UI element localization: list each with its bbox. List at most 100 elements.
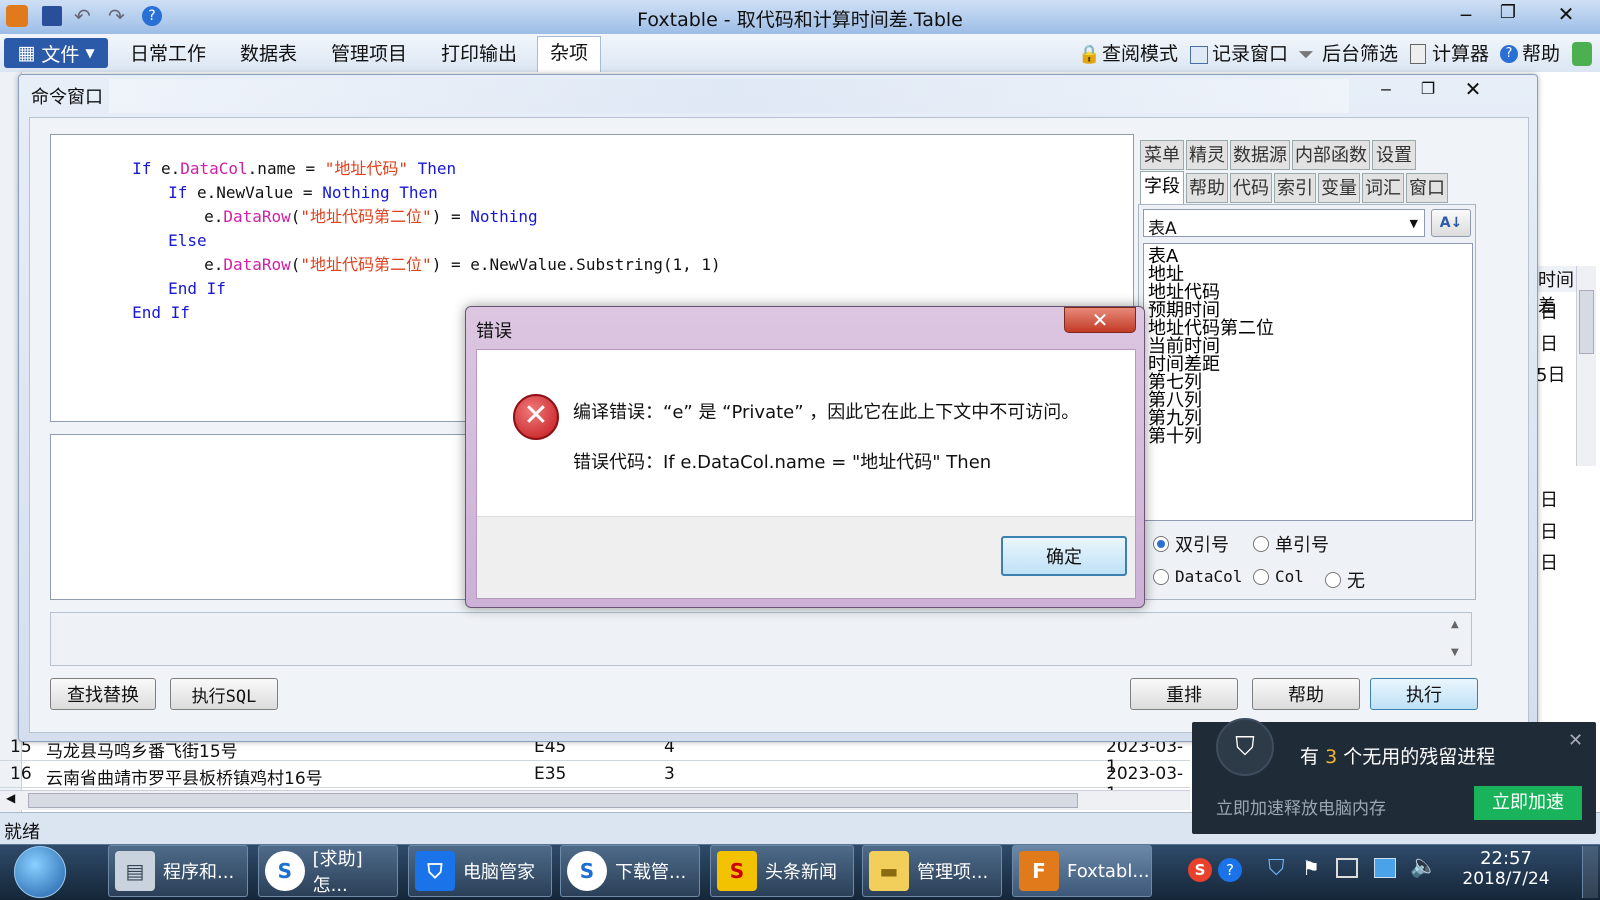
table-select-value: 表A [1148, 219, 1177, 239]
taskbar-item-foxtable[interactable]: F Foxtabl... [1012, 845, 1152, 897]
menu-record-window[interactable]: 记录窗口 [1212, 38, 1288, 70]
tab-vocabulary[interactable]: 词汇 [1362, 173, 1404, 203]
calculator-icon [1410, 44, 1426, 64]
row-number: 16 [10, 764, 32, 784]
menu-readonly-mode[interactable]: 查阅模式 [1102, 38, 1178, 70]
popup-subtext: 立即加速释放电脑内存 [1216, 799, 1386, 819]
popup-message: 有 3 个无用的残留进程 [1300, 746, 1496, 768]
error-dialog-title: 错误 [476, 321, 512, 342]
start-button[interactable] [14, 846, 66, 898]
grid-hscroll[interactable]: ◀ [0, 790, 1190, 810]
taskbar-item-pc-manager[interactable]: ⛉ 电脑管家 [408, 845, 552, 897]
tray-sogou-icon[interactable]: S [1188, 858, 1212, 882]
tab-wizard[interactable]: 精灵 [1186, 140, 1228, 170]
command-window-title: 命令窗口 [31, 87, 103, 108]
maximize-button[interactable]: ❐ [1490, 2, 1526, 28]
grid-icon: ▦ [17, 42, 36, 64]
radio-none[interactable]: 无 [1325, 567, 1365, 593]
grid-right-cell: 日 [1540, 490, 1558, 511]
help-icon: ? [1500, 45, 1518, 63]
folder-icon: ▬ [869, 851, 909, 891]
grid-vscroll-thumb[interactable] [1579, 290, 1594, 354]
grid-right-cell: 日 [1540, 334, 1558, 355]
grid-vscroll[interactable] [1576, 266, 1596, 466]
field-list[interactable]: 表A 地址 地址代码 预期时间 地址代码第二位 当前时间 时间差距 第七列 第八… [1143, 243, 1473, 521]
scroll-left-arrow[interactable]: ◀ [6, 791, 15, 805]
tray-volume-icon[interactable]: 🔈 [1410, 854, 1437, 879]
file-menu-button[interactable]: ▦ 文件 ▼ [4, 38, 108, 68]
ok-button[interactable]: 确定 [1001, 536, 1127, 576]
tab-menu[interactable]: 菜单 [1140, 140, 1184, 170]
radio-datacol[interactable]: DataCol [1153, 567, 1242, 586]
list-item[interactable]: 表A [1148, 248, 1468, 266]
scroll-down-arrow[interactable]: ▼ [1451, 647, 1459, 658]
menu-misc[interactable]: 杂项 [537, 36, 601, 72]
tab-window[interactable]: 窗口 [1406, 173, 1448, 203]
sort-az-button[interactable]: A↓ [1431, 209, 1471, 237]
menu-manage-project[interactable]: 管理项目 [331, 38, 407, 70]
cmd-maximize-button[interactable]: ❐ [1411, 79, 1445, 103]
tab-variables[interactable]: 变量 [1318, 173, 1360, 203]
execute-sql-button[interactable]: 执行SQL [170, 678, 278, 710]
taskbar-item-programs[interactable]: ▤ 程序和... [108, 845, 248, 897]
help-button[interactable]: 帮助 [1252, 678, 1360, 710]
taskbar-item-news[interactable]: S 头条新闻 [710, 845, 854, 897]
tab-internal-functions[interactable]: 内部函数 [1292, 140, 1370, 170]
input-bar[interactable]: ▲ ▼ [50, 612, 1472, 666]
grid-right-cell: 日 [1540, 522, 1558, 543]
radio-dot [1253, 536, 1269, 552]
tray-network-icon[interactable] [1336, 858, 1358, 878]
taskbar-item-forum[interactable]: S [求助]怎... [258, 845, 398, 897]
tab-index[interactable]: 索引 [1274, 173, 1316, 203]
menu-help[interactable]: 帮助 [1522, 38, 1560, 70]
menu-background-filter[interactable]: 后台筛选 [1322, 38, 1398, 70]
popup-speedup-button[interactable]: 立即加速 [1474, 786, 1582, 820]
window-title: Foxtable - 取代码和计算时间差.Table [637, 9, 963, 31]
execute-button[interactable]: 执行 [1370, 678, 1478, 710]
scroll-up-arrow[interactable]: ▲ [1451, 619, 1459, 630]
tray-flag-icon[interactable]: ⚑ [1302, 856, 1320, 880]
tab-datasource[interactable]: 数据源 [1230, 140, 1290, 170]
taskbar-item-manage[interactable]: ▬ 管理项... [862, 845, 1002, 897]
cmd-close-button[interactable]: ✕ [1451, 77, 1495, 103]
filter-icon: ⏷ [1298, 42, 1314, 66]
error-close-button[interactable]: ✕ [1064, 307, 1136, 333]
chevron-down-icon: ▼ [1409, 217, 1418, 230]
cmd-minimize-button[interactable]: ‒ [1369, 79, 1403, 103]
radio-single-quote[interactable]: 单引号 [1253, 531, 1329, 557]
tab-code[interactable]: 代码 [1230, 173, 1272, 203]
cell-code: E35 [534, 764, 567, 784]
table-select[interactable]: 表A ▼ [1143, 209, 1425, 239]
rearrange-button[interactable]: 重排 [1130, 678, 1238, 710]
menu-print-output[interactable]: 打印输出 [441, 38, 517, 70]
programs-icon: ▤ [115, 851, 155, 891]
tray-shield-icon[interactable]: ⛉ [1268, 856, 1285, 881]
menu-calculator[interactable]: 计算器 [1432, 38, 1489, 70]
error-message: 编译错误：“e” 是 “Private” ，因此它在此上下文中不可访问。 [573, 402, 1080, 423]
close-button[interactable]: ✕ [1544, 2, 1588, 28]
fields-panel: 表A ▼ A↓ 表A 地址 地址代码 预期时间 地址代码第二位 当前时间 时间差… [1138, 204, 1476, 600]
list-item[interactable]: 第十列 [1148, 428, 1468, 446]
table-row[interactable]: 16 云南省曲靖市罗平县板桥镇鸡村16号 E35 3 2023-03-1 [0, 762, 1190, 804]
grid-hscroll-thumb[interactable] [28, 793, 1078, 808]
tab-settings[interactable]: 设置 [1372, 140, 1416, 170]
tab-fields[interactable]: 字段 [1140, 171, 1184, 205]
show-desktop-button[interactable] [1582, 846, 1598, 898]
taskbar-item-download[interactable]: S 下载管... [560, 845, 700, 897]
tray-clock[interactable]: 22:57 2018/7/24 [1452, 848, 1560, 896]
clock-date: 2018/7/24 [1462, 869, 1550, 889]
popup-close-button[interactable]: ✕ [1568, 730, 1583, 751]
radio-dot [1325, 572, 1341, 588]
tab-help[interactable]: 帮助 [1186, 173, 1228, 203]
menu-datatable[interactable]: 数据表 [240, 38, 297, 70]
radio-double-quote[interactable]: 双引号 [1153, 531, 1229, 557]
minimize-button[interactable]: ‒ [1448, 2, 1484, 28]
find-replace-button[interactable]: 查找替换 [50, 678, 156, 710]
status-text: 就绪 [4, 822, 40, 843]
tray-display-icon[interactable] [1374, 858, 1396, 878]
clock-time: 22:57 [1480, 848, 1532, 869]
radio-col[interactable]: Col [1253, 567, 1304, 586]
menu-daily-work[interactable]: 日常工作 [130, 38, 206, 70]
error-dialog-content: ✕ 编译错误：“e” 是 “Private” ，因此它在此上下文中不可访问。 错… [476, 349, 1136, 599]
tray-help-icon[interactable]: ? [1218, 858, 1242, 882]
